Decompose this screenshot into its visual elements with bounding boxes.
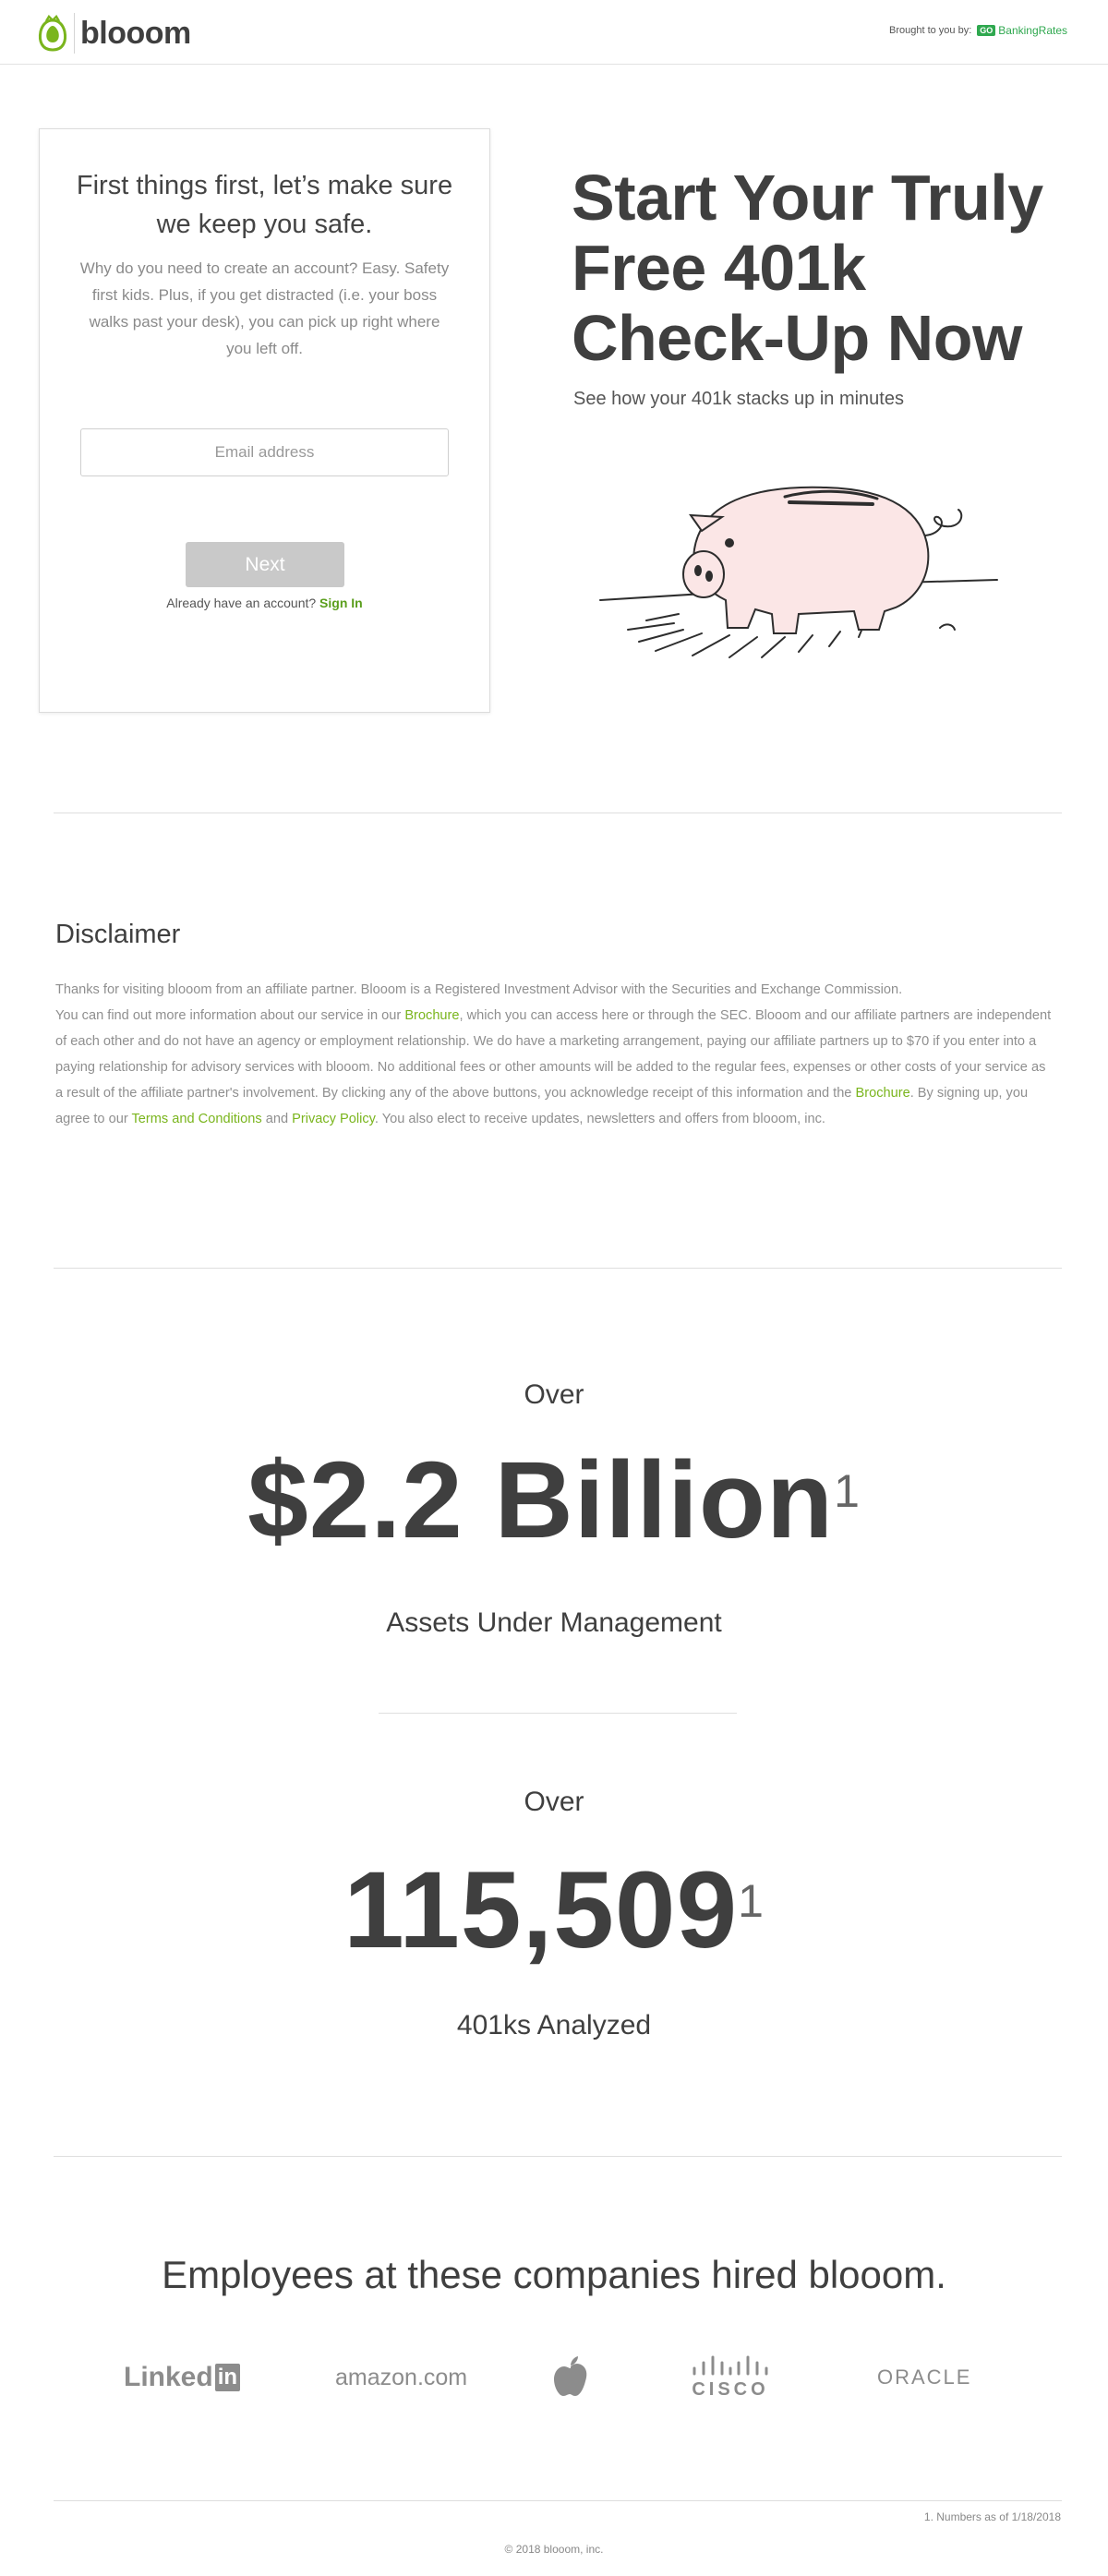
companies-title: Employees at these companies hired blooo… xyxy=(162,2253,946,2296)
stat-value-401ks: 115,5091 xyxy=(0,1850,1108,1970)
hero-subtitle: See how your 401k stacks up in minutes xyxy=(573,389,904,409)
signup-card: First things first, let’s make sure we k… xyxy=(39,128,490,713)
disclaimer-text-6: . You also elect to receive updates, new… xyxy=(374,1112,825,1126)
logo-divider xyxy=(74,13,75,54)
oracle-wordmark: ORACLE xyxy=(877,2365,972,2389)
terms-link[interactable]: Terms and Conditions xyxy=(132,1112,262,1126)
section-divider-4 xyxy=(54,2500,1062,2501)
disclaimer-text-2: You can find out more information about … xyxy=(55,1008,402,1023)
hero-title: Start Your Truly Free 401k Check-Up Now xyxy=(572,162,1043,374)
next-button[interactable]: Next xyxy=(186,542,344,587)
stat-divider xyxy=(379,1713,737,1714)
disclaimer-body: Thanks for visiting blooom from an affil… xyxy=(55,977,1054,1132)
cisco-logo: CISCO xyxy=(689,2345,772,2410)
signup-description: Why do you need to create an account? Ea… xyxy=(79,259,450,357)
disclaimer-text-5: and xyxy=(265,1112,289,1126)
stat-label-401ks: 401ks Analyzed xyxy=(456,2010,652,2040)
stat-label-assets: Assets Under Management xyxy=(386,1607,722,1638)
stat-footnote-marker: 1 xyxy=(738,1875,765,1927)
apple-logo-icon xyxy=(550,2345,591,2410)
cisco-wordmark: CISCO xyxy=(692,2378,769,2400)
amazon-wordmark: amazon.com xyxy=(335,2364,468,2390)
stat-value-assets: $2.2 Billion1 xyxy=(0,1440,1108,1560)
stat-assets-number: $2.2 Billion xyxy=(247,1439,835,1561)
site-header: blooom Brought to you by: GO BankingRate… xyxy=(0,0,1108,65)
brought-by-label: Brought to you by: xyxy=(888,25,972,36)
partner-attribution: Brought to you by: GO BankingRates xyxy=(889,24,1067,37)
linkedin-in-icon: in xyxy=(214,2364,241,2391)
linkedin-wordmark: Linked xyxy=(124,2362,213,2392)
bankingrates-go-icon: GO xyxy=(977,25,996,36)
piggy-bank-illustration xyxy=(599,486,998,658)
company-logos: Linked in amazon.com CISCO ORACLE xyxy=(111,2345,997,2410)
blooom-logo[interactable]: blooom xyxy=(37,13,191,54)
email-input[interactable] xyxy=(80,428,449,476)
blooom-leaf-icon xyxy=(38,15,67,52)
section-divider-3 xyxy=(54,2156,1062,2157)
signup-title: First things first, let’s make sure we k… xyxy=(76,171,453,239)
privacy-link[interactable]: Privacy Policy xyxy=(292,1112,375,1126)
disclaimer-title: Disclaimer xyxy=(55,920,181,949)
cisco-bars-icon xyxy=(692,2355,768,2375)
brochure-link[interactable]: Brochure xyxy=(404,1008,459,1023)
amazon-logo: amazon.com xyxy=(335,2345,467,2410)
disclaimer-text-1: Thanks for visiting blooom from an affil… xyxy=(55,982,903,997)
stat-over-1: Over xyxy=(524,1379,584,1410)
bankingrates-name: BankingRates xyxy=(998,24,1067,37)
stat-over-2: Over xyxy=(524,1787,584,1817)
stats-footnote: 1. Numbers as of 1/18/2018 xyxy=(923,2510,1061,2523)
brochure-link-2[interactable]: Brochure xyxy=(855,1086,909,1101)
already-account-text: Already have an account? xyxy=(166,596,317,610)
oracle-logo: ORACLE xyxy=(877,2345,971,2410)
apple-icon xyxy=(554,2356,587,2396)
signin-link[interactable]: Sign In xyxy=(319,596,363,610)
copyright: © 2018 blooom, inc. xyxy=(504,2543,604,2556)
bankingrates-logo[interactable]: GO BankingRates xyxy=(977,24,1067,37)
stat-footnote-marker: 1 xyxy=(834,1465,861,1517)
stat-401ks-number: 115,509 xyxy=(343,1849,739,1971)
linkedin-logo: Linked in xyxy=(124,2345,241,2410)
logo-text: blooom xyxy=(80,16,191,51)
section-divider-2 xyxy=(54,1268,1062,1269)
signin-prompt: Already have an account? Sign In xyxy=(40,596,489,610)
